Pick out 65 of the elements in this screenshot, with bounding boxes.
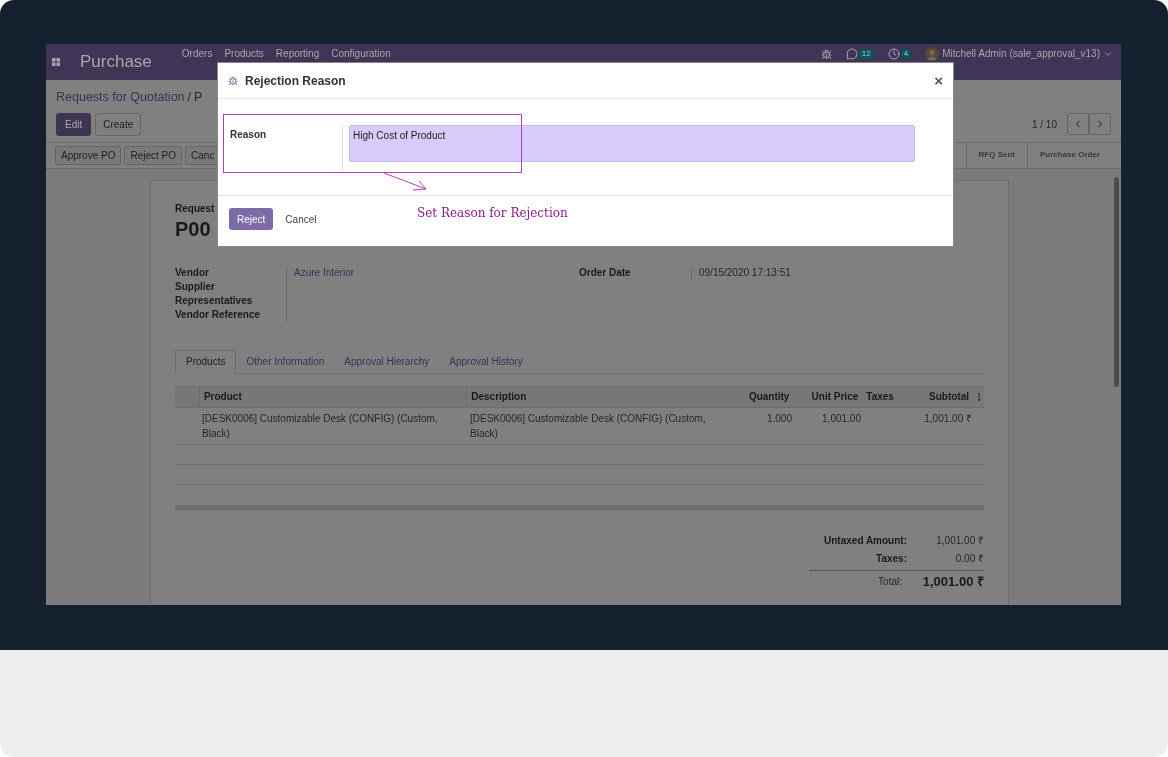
document-name: P00 [175, 216, 211, 242]
reject-button[interactable]: Reject [229, 208, 274, 230]
menu-item[interactable]: Configuration [331, 48, 391, 60]
document-caption: Request [175, 201, 215, 216]
annotation-arrow [383, 172, 429, 192]
field-label: Supplier Representatives [175, 279, 287, 308]
breadcrumb-link[interactable]: Requests for Quotation [56, 88, 185, 107]
previous-button[interactable] [1067, 113, 1089, 136]
menu-item[interactable]: Reporting [275, 48, 320, 60]
status-stage[interactable]: Purchase Order [1026, 142, 1112, 169]
tab[interactable]: Products [175, 349, 237, 374]
field-label: Vendor Reference [175, 307, 287, 322]
field-label: Reason [230, 125, 343, 171]
cancel-button[interactable]: Cancel [285, 211, 317, 227]
avatar-icon[interactable] [925, 47, 940, 61]
pager-text: 1 / 10 [1031, 117, 1057, 132]
total-label: Untaxed Amount: [824, 534, 907, 549]
breadcrumb-separator: / [187, 89, 192, 106]
tab[interactable]: Approval History [439, 349, 533, 374]
tab[interactable]: Approval Hierarchy [334, 349, 440, 374]
bug-icon [228, 75, 238, 86]
table-cell-text: 1,001.00 ₹ [923, 411, 973, 426]
status-stage[interactable]: RFQ Sent [965, 142, 1027, 169]
dialog-title: Rejection Reason [245, 72, 346, 90]
total-label: Total: [878, 574, 902, 589]
column-header[interactable]: Unit Price [793, 389, 863, 405]
annotation-text: Set Reason for Rejection [417, 205, 568, 222]
table-cell-text: 1,001.00 [821, 411, 862, 426]
debug-icon[interactable] [820, 48, 832, 60]
next-button[interactable] [1089, 113, 1111, 136]
edit-button[interactable]: Edit [56, 112, 92, 136]
column-header[interactable]: Quantity [723, 389, 794, 405]
scrollbar[interactable] [1114, 176, 1119, 387]
tab[interactable]: Other Information [236, 349, 335, 374]
field-value-link[interactable]: Azure Interior [287, 265, 355, 280]
column-header[interactable]: Subtotal [903, 389, 974, 405]
menu-item[interactable]: Products [224, 48, 264, 60]
grand-total-value: 1,001.00 ₹ [921, 572, 984, 591]
total-value: 1,001.00 ₹ [935, 534, 984, 549]
table-cell-text: 1.000 [765, 411, 793, 426]
column-header[interactable]: Product [198, 385, 467, 408]
chat-count-badge: 12 [858, 49, 874, 59]
workflow-button[interactable]: Reject PO [124, 145, 183, 165]
apps-icon[interactable] [52, 58, 60, 66]
reason-field[interactable]: High Cost of Product [349, 125, 915, 162]
column-header[interactable]: Description [466, 385, 724, 408]
menu-item[interactable]: Orders [181, 48, 213, 60]
field-label: Order Date [579, 265, 692, 280]
close-button[interactable]: × [934, 73, 943, 88]
table-cell-text: [DESK0006] Customizable Desk (CONFIG) (Custom, Black) [201, 411, 439, 441]
breadcrumb-current: P [194, 89, 203, 106]
user-name[interactable]: Mitchell Admin (sale_approval_v13) [942, 48, 1100, 60]
caret-icon[interactable] [1103, 49, 1113, 59]
app-title: Purchase [80, 52, 152, 72]
field-value: 09/15/2020 17:13:51 [698, 265, 791, 280]
activity-count-badge: 4 [900, 49, 912, 59]
activity-icon[interactable] [887, 48, 900, 60]
chat-icon[interactable] [845, 48, 858, 60]
field-label: Vendor [175, 265, 287, 280]
total-label: Taxes: [876, 552, 907, 567]
workflow-button[interactable]: Approve PO [55, 145, 122, 165]
total-value: 0.00 ₹ [954, 552, 984, 567]
create-button[interactable]: Create [95, 112, 142, 136]
column-header[interactable]: Taxes [862, 389, 904, 405]
table-cell-text: [DESK0006] Customizable Desk (CONFIG) (Custom, Black) [469, 411, 707, 441]
